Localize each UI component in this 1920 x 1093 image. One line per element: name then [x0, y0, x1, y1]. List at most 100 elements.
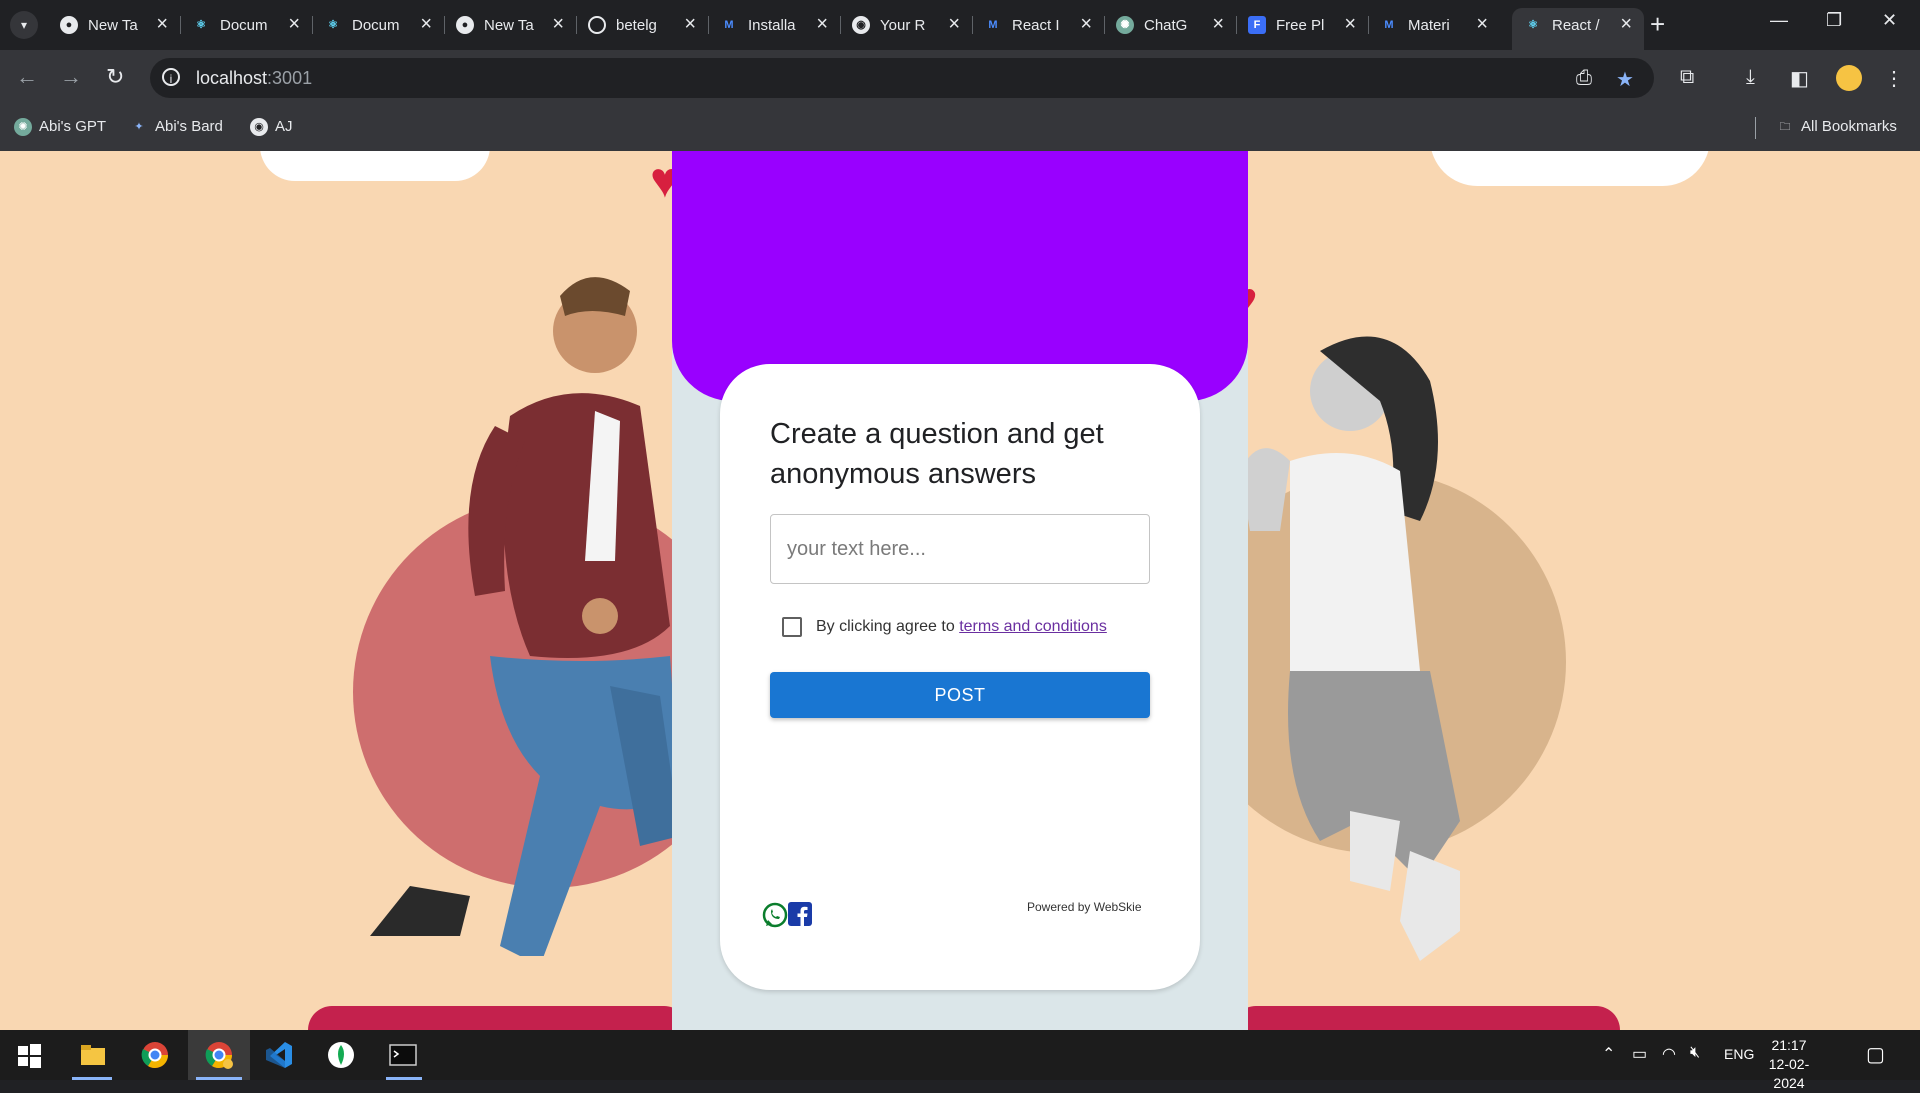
tab-5[interactable]: betelg ×: [576, 8, 709, 42]
battery-icon[interactable]: ▭: [1632, 1044, 1647, 1064]
url-text[interactable]: localhost:3001: [196, 68, 312, 89]
install-app-icon[interactable]: ⎙: [1576, 67, 1592, 90]
close-tab-icon[interactable]: ×: [1620, 13, 1632, 36]
windows-start-icon[interactable]: [14, 1040, 44, 1070]
github-icon: ◉: [250, 118, 268, 137]
terms-row: By clicking agree to terms and condition…: [782, 617, 1107, 637]
file-explorer-icon[interactable]: [78, 1040, 108, 1070]
back-arrow-icon[interactable]: ←: [16, 64, 38, 90]
tab-9[interactable]: ✺ ChatG ×: [1104, 8, 1237, 42]
tab-6[interactable]: M Installa ×: [708, 8, 841, 42]
center-panel: Create a question and get anonymous answ…: [672, 151, 1248, 1030]
cloud-decoration: [1430, 151, 1710, 186]
tray-chevron-up-icon[interactable]: ⌃: [1602, 1044, 1615, 1064]
profile-avatar[interactable]: [1836, 65, 1862, 91]
tab-title: Docum: [352, 17, 400, 34]
wifi-icon[interactable]: ◠: [1662, 1044, 1676, 1064]
mui-icon: M: [988, 19, 998, 31]
forward-arrow-icon[interactable]: →: [60, 64, 82, 90]
restore-icon[interactable]: ❐: [1826, 10, 1842, 31]
close-tab-icon[interactable]: ×: [1344, 13, 1356, 36]
close-tab-icon[interactable]: ×: [816, 13, 828, 36]
close-tab-icon[interactable]: ×: [288, 13, 300, 36]
tab-title: Your R: [880, 17, 926, 34]
language-indicator[interactable]: ENG: [1724, 1046, 1754, 1062]
tab-strip: ▾ ● New Ta × ⚛ Docum × ⚛ Docum × ● New T…: [0, 0, 1920, 50]
bookmark-star-icon[interactable]: ★: [1616, 67, 1634, 92]
tab-2[interactable]: ⚛ Docum ×: [180, 8, 313, 42]
floor-decoration: [308, 1006, 688, 1030]
chatgpt-icon: ✺: [1116, 16, 1134, 34]
tab-title: React /: [1552, 17, 1600, 34]
bookmark-abis-bard[interactable]: ✦ Abi's Bard: [130, 118, 223, 136]
chrome-profile-taskbar-icon[interactable]: [204, 1040, 234, 1070]
extensions-puzzle-icon[interactable]: ⧉: [1680, 66, 1694, 89]
tab-title: Installa: [748, 17, 796, 34]
tab-10[interactable]: F Free Pl ×: [1236, 8, 1369, 42]
tab-title: New Ta: [484, 17, 534, 34]
tab-title: ChatG: [1144, 17, 1188, 34]
question-input[interactable]: [770, 514, 1150, 584]
chrome-taskbar-icon[interactable]: [140, 1040, 170, 1070]
reload-icon[interactable]: ↻: [106, 64, 124, 90]
tab-11[interactable]: M Materi ×: [1368, 8, 1500, 42]
close-window-icon[interactable]: ✕: [1882, 10, 1897, 31]
whatsapp-icon[interactable]: [762, 902, 788, 928]
address-bar[interactable]: i localhost:3001 ⎙ ★: [150, 58, 1654, 98]
tab-7[interactable]: ◉ Your R ×: [840, 8, 973, 42]
close-tab-icon[interactable]: ×: [1080, 13, 1092, 36]
bookmark-label: Abi's GPT: [39, 118, 107, 135]
tab-search-chevron-icon[interactable]: ▾: [10, 11, 38, 39]
tab-8[interactable]: M React I ×: [972, 8, 1105, 42]
clock-time: 21:17: [1771, 1037, 1807, 1053]
site-info-icon[interactable]: i: [162, 68, 180, 86]
close-tab-icon[interactable]: ×: [156, 13, 168, 36]
folder-icon: 🗀: [1779, 121, 1791, 134]
react-icon: ⚛: [196, 19, 206, 31]
tab-title: React I: [1012, 17, 1060, 34]
mongodb-compass-icon[interactable]: [326, 1040, 356, 1070]
volume-muted-icon[interactable]: 🔇︎: [1690, 1044, 1700, 1062]
windows-taskbar: ⌃ ▭ ◠ 🔇︎ ENG 21:17 12-02-2024 ▢: [0, 1030, 1920, 1091]
tab-title: Free Pl: [1276, 17, 1325, 34]
jumping-man-image: [370, 277, 680, 956]
react-icon: ⚛: [328, 19, 338, 31]
bookmark-label: AJ: [275, 118, 293, 135]
close-tab-icon[interactable]: ×: [552, 13, 564, 36]
menu-kebab-icon[interactable]: ⋮: [1884, 66, 1904, 91]
tab-3[interactable]: ⚛ Docum ×: [312, 8, 445, 42]
close-tab-icon[interactable]: ×: [948, 13, 960, 36]
react-icon: ⚛: [1528, 19, 1538, 31]
tab-title: Docum: [220, 17, 268, 34]
bookmark-abis-gpt[interactable]: ✺ Abi's GPT: [14, 118, 107, 137]
clock-date: 12-02-2024: [1768, 1056, 1810, 1091]
github-icon: ◉: [852, 16, 870, 34]
chrome-icon: ●: [456, 16, 474, 34]
close-tab-icon[interactable]: ×: [1212, 13, 1224, 36]
bookmarks-bar: ✺ Abi's GPT ✦ Abi's Bard ◉ AJ 🗀 All Bookmark…: [0, 107, 1920, 151]
close-tab-icon[interactable]: ×: [420, 13, 432, 36]
tab-1[interactable]: ● New Ta ×: [48, 8, 181, 42]
bookmark-aj[interactable]: ◉ AJ: [250, 118, 293, 137]
tab-12-active[interactable]: ⚛ React / ×: [1512, 8, 1644, 50]
vscode-icon[interactable]: [264, 1040, 294, 1070]
floor-decoration: [1232, 1006, 1620, 1030]
terms-link[interactable]: terms and conditions: [959, 618, 1107, 635]
close-tab-icon[interactable]: ×: [684, 13, 696, 36]
taskbar-clock[interactable]: 21:17 12-02-2024: [1754, 1036, 1824, 1093]
new-tab-plus-icon[interactable]: +: [1650, 9, 1665, 40]
all-bookmarks-folder[interactable]: 🗀 All Bookmarks: [1776, 118, 1897, 136]
side-panel-icon[interactable]: ◧: [1790, 66, 1809, 91]
mui-icon: M: [724, 19, 734, 31]
close-tab-icon[interactable]: ×: [1476, 13, 1488, 36]
post-button[interactable]: POST: [770, 672, 1150, 718]
notification-icon[interactable]: ▢: [1866, 1042, 1885, 1067]
facebook-icon[interactable]: [788, 902, 812, 926]
download-icon[interactable]: ⤓: [1746, 66, 1755, 89]
bard-sparkle-icon: ✦: [134, 121, 144, 134]
tab-title: betelg: [616, 17, 657, 34]
tab-4[interactable]: ● New Ta ×: [444, 8, 577, 42]
minimize-icon[interactable]: —: [1770, 10, 1788, 31]
terminal-icon[interactable]: [388, 1040, 418, 1070]
terms-checkbox[interactable]: [782, 617, 802, 637]
